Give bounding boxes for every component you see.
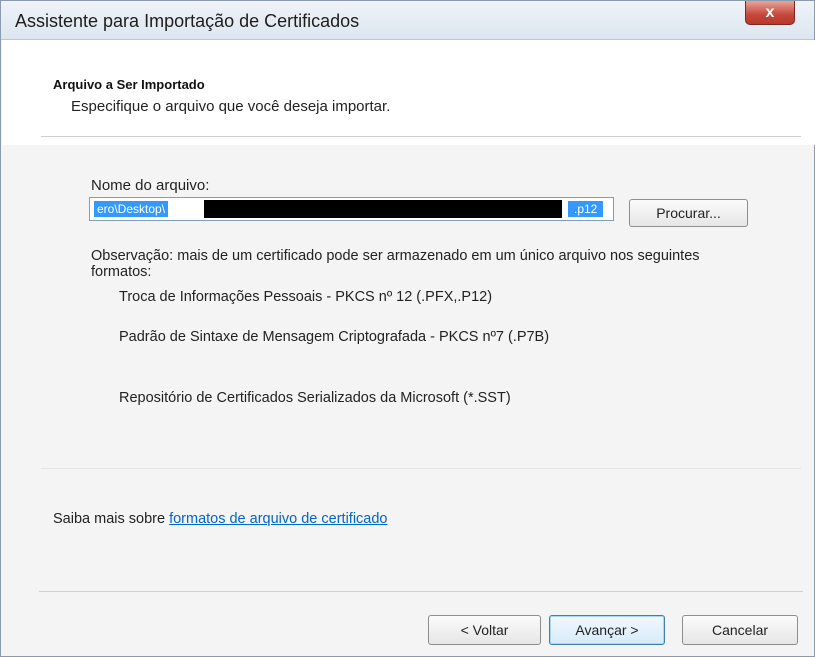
close-button[interactable]: x	[745, 1, 795, 25]
footer-divider	[39, 591, 803, 592]
filename-text-end: .p12	[568, 201, 604, 217]
format-item-p7b: Padrão de Sintaxe de Mensagem Criptograf…	[119, 329, 550, 345]
cancel-button[interactable]: Cancelar	[682, 615, 798, 645]
back-button[interactable]: < Voltar	[428, 615, 541, 645]
page-description: Especifique o arquivo que você deseja im…	[71, 98, 391, 115]
filename-text-start: ero\Desktop\	[94, 201, 169, 217]
wizard-header	[2, 40, 815, 145]
learn-more-text: Saiba mais sobre formatos de arquivo de …	[53, 511, 387, 527]
import-certificate-wizard-window: Assistente para Importação de Certificad…	[0, 0, 815, 657]
close-icon: x	[765, 3, 775, 21]
filename-input[interactable]: ero\Desktop\ .p12	[89, 197, 614, 221]
title-bar[interactable]: Assistente para Importação de Certificad…	[1, 1, 814, 40]
format-item-sst: Repositório de Certificados Serializados…	[119, 390, 511, 406]
learn-more-prefix: Saiba mais sobre	[53, 511, 170, 527]
page-title: Arquivo a Ser Importado	[53, 77, 205, 92]
header-divider	[41, 136, 801, 137]
browse-button[interactable]: Procurar...	[629, 199, 748, 227]
next-button[interactable]: Avançar >	[549, 615, 665, 645]
certificate-formats-link[interactable]: formatos de arquivo de certificado	[169, 511, 387, 527]
formats-note: Observação: mais de um certificado pode …	[91, 248, 700, 280]
window-title: Assistente para Importação de Certificad…	[15, 11, 360, 31]
format-item-pfx: Troca de Informações Pessoais - PKCS nº …	[119, 289, 493, 305]
redacted-block	[204, 200, 562, 218]
filename-label: Nome do arquivo:	[91, 177, 210, 194]
content-divider	[41, 468, 801, 469]
